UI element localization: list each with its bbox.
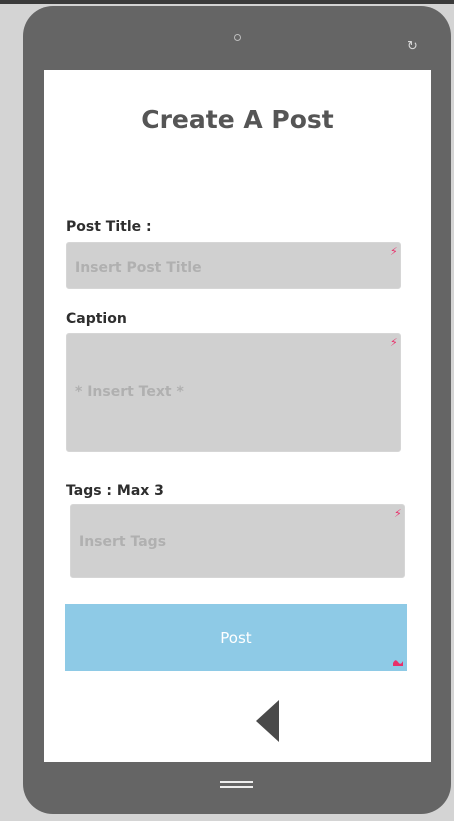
window-top-bar [0,0,454,4]
rotate-icon[interactable]: ↻ [407,39,418,54]
post-title-placeholder: Insert Post Title [75,260,202,276]
post-button[interactable]: Post [65,604,407,671]
wave-icon [393,660,403,666]
post-button-label: Post [220,629,252,647]
tags-input[interactable]: Insert Tags ⚡ [70,504,405,578]
post-title-input[interactable]: Insert Post Title ⚡ [66,242,401,289]
phone-frame: ↻ Create A Post Post Title : Insert Post… [23,6,451,814]
tags-placeholder: Insert Tags [79,534,167,550]
required-marker-icon: ⚡ [390,336,398,349]
camera-icon [234,34,241,41]
tags-label: Tags : Max 3 [66,483,164,499]
caption-label: Caption [66,311,127,327]
caption-input[interactable]: * Insert Text * ⚡ [66,333,401,452]
post-title-label: Post Title : [66,219,152,235]
page-title: Create A Post [141,105,334,134]
hamburger-menu-icon[interactable] [220,781,253,790]
back-arrow-icon[interactable] [256,700,279,742]
caption-placeholder: * Insert Text * [75,384,184,400]
screen: Create A Post Post Title : Insert Post T… [44,70,431,762]
required-marker-icon: ⚡ [390,245,398,258]
required-marker-icon: ⚡ [394,507,402,520]
